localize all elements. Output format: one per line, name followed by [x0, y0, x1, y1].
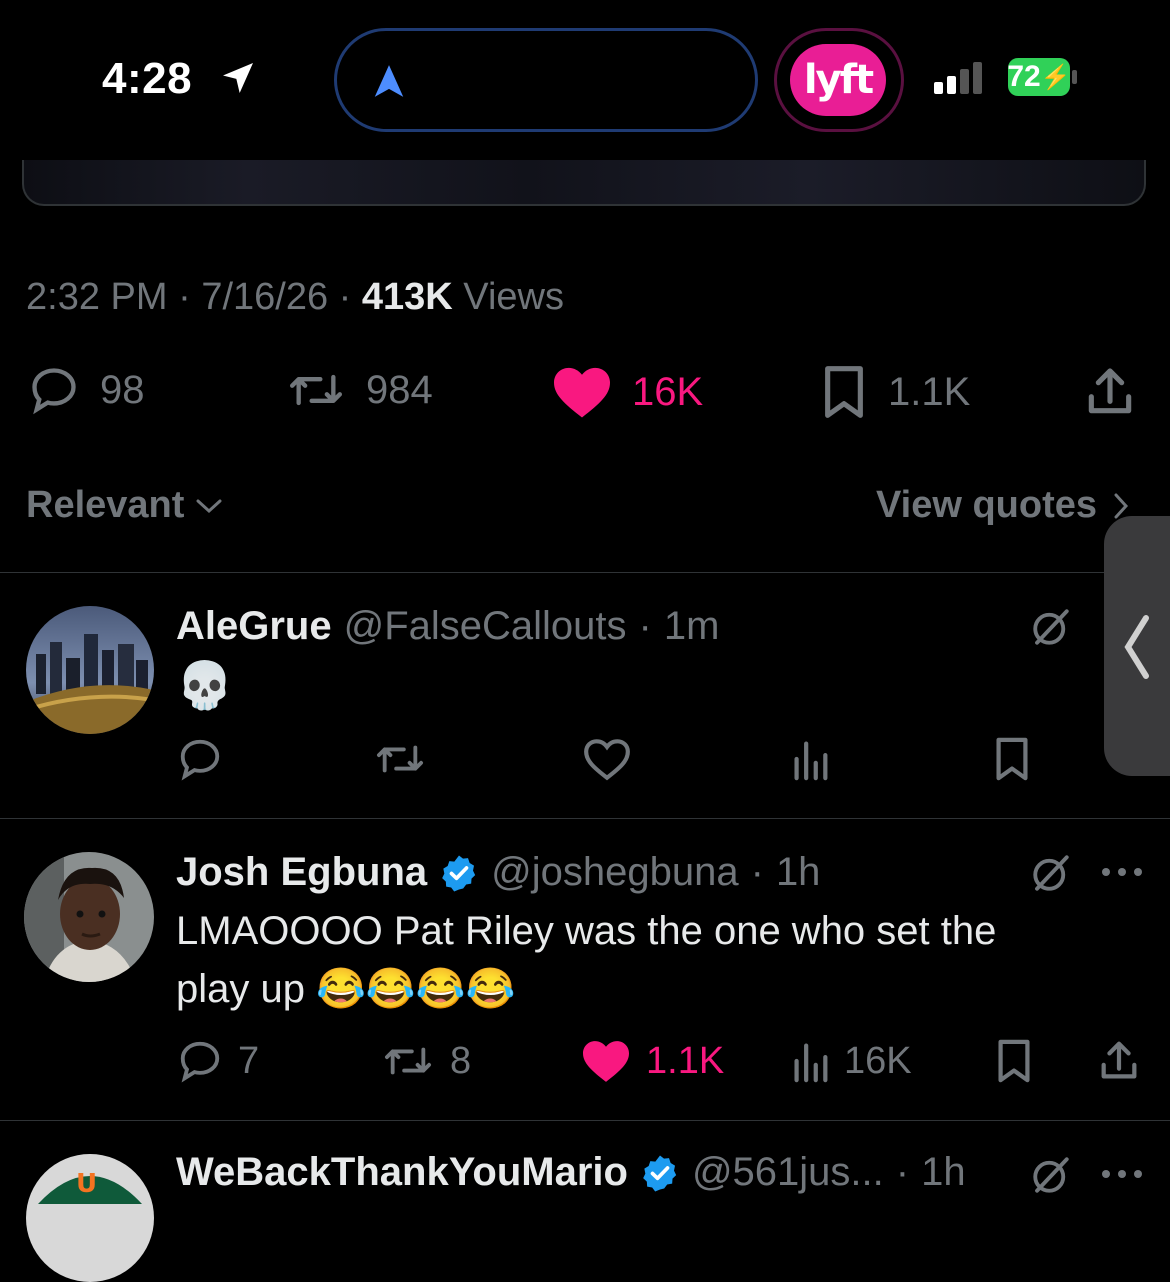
reply-stat[interactable]: 98	[26, 364, 145, 416]
grok-icon[interactable]	[1030, 852, 1072, 894]
reply-text-line: play up 😂😂😂😂	[176, 967, 516, 1011]
like-button[interactable]	[582, 736, 632, 782]
heart-icon	[584, 739, 630, 781]
reply-author-name[interactable]: Josh Egbuna	[176, 850, 427, 895]
navigation-arrow-icon	[370, 62, 408, 100]
analytics-icon	[794, 1043, 828, 1083]
divider	[0, 572, 1170, 573]
repost-button[interactable]	[372, 736, 428, 782]
view-quotes-link[interactable]: View quotes	[876, 484, 1131, 527]
more-options-icon[interactable]	[1100, 1164, 1144, 1184]
reply-button[interactable]	[176, 736, 224, 782]
repost-count: 8	[450, 1039, 472, 1082]
sort-label: Relevant	[26, 484, 185, 526]
bookmark-icon	[825, 366, 863, 418]
reply-header: WeBackThankYouMario @561jus... · 1h	[176, 1150, 966, 1195]
reply-author-name[interactable]: AleGrue	[176, 604, 332, 649]
avatar[interactable]: U	[26, 1154, 154, 1282]
views-button[interactable]	[790, 736, 830, 782]
reply-text: LMAOOOO Pat Riley was the one who set th…	[176, 902, 1106, 1018]
reply-time[interactable]: 1h	[921, 1150, 966, 1195]
analytics-icon	[794, 741, 828, 781]
reply-icon	[32, 368, 76, 415]
reply-header: Josh Egbuna @joshegbuna · 1h	[176, 850, 820, 895]
reply-time[interactable]: 1h	[776, 850, 821, 895]
cellular-signal-icon	[934, 60, 990, 96]
battery-level: 72	[1007, 60, 1041, 93]
repost-button[interactable]: 8	[380, 1038, 471, 1084]
divider	[0, 1120, 1170, 1121]
like-button[interactable]: 1.1K	[580, 1038, 724, 1084]
lyft-logo[interactable]: lyft	[790, 44, 886, 116]
location-arrow-icon	[218, 58, 258, 98]
status-time: 4:28	[102, 54, 193, 103]
reply-count: 7	[238, 1039, 260, 1082]
reply-header: AleGrue @FalseCallouts · 1m	[176, 604, 719, 649]
grok-icon[interactable]	[1030, 606, 1072, 648]
chevron-left-icon	[1124, 615, 1149, 679]
avatar[interactable]	[24, 852, 154, 982]
battery-nub	[1072, 70, 1077, 84]
verified-badge-icon	[442, 855, 476, 891]
share-icon[interactable]	[1096, 1038, 1142, 1084]
tweet-meta-line: 2:32 PM · 7/16/26 · 413K Views	[26, 276, 564, 319]
tweet-time: 2:32 PM	[26, 276, 168, 318]
share-icon[interactable]	[1082, 364, 1138, 420]
reply-text: 💀	[176, 659, 234, 711]
like-stat[interactable]: 16K	[550, 364, 703, 420]
reply-author-handle[interactable]: @561jus...	[692, 1150, 884, 1195]
meta-separator: ·	[895, 1150, 910, 1194]
divider	[0, 818, 1170, 819]
reply-author-name[interactable]: WeBackThankYouMario	[176, 1150, 628, 1195]
bookmark-stat[interactable]: 1.1K	[818, 364, 970, 420]
bookmark-count: 1.1K	[888, 369, 971, 414]
repost-icon	[377, 745, 424, 773]
like-count: 16K	[632, 369, 704, 414]
meta-separator: ·	[750, 850, 764, 894]
reply-time[interactable]: 1m	[664, 604, 720, 649]
avatar[interactable]	[26, 606, 154, 734]
repost-icon	[290, 374, 343, 406]
heart-filled-icon	[583, 1041, 629, 1082]
views-count: 16K	[844, 1039, 912, 1082]
reply-icon	[180, 1041, 220, 1083]
chevron-down-icon	[196, 499, 222, 513]
side-panel-handle[interactable]	[1104, 516, 1170, 776]
reply-author-handle[interactable]: @FalseCallouts	[344, 604, 627, 649]
meta-separator: ·	[178, 276, 191, 318]
view-quotes-label: View quotes	[876, 484, 1098, 526]
tweet-date: 7/16/26	[201, 276, 329, 318]
repost-icon	[385, 1047, 432, 1075]
sort-dropdown[interactable]: Relevant	[26, 484, 224, 527]
battery-indicator: 72 ⚡	[1007, 58, 1071, 96]
grok-icon[interactable]	[1030, 1154, 1072, 1196]
meta-separator: ·	[338, 276, 352, 318]
bookmark-icon	[998, 1039, 1030, 1083]
more-options-icon[interactable]	[1100, 862, 1144, 882]
bookmark-button[interactable]	[992, 736, 1032, 782]
views-button[interactable]: 16K	[790, 1038, 912, 1084]
views-label[interactable]: Views	[463, 276, 564, 318]
bookmark-button[interactable]	[994, 1038, 1034, 1084]
repost-count: 984	[366, 367, 433, 412]
reply-icon	[180, 739, 220, 781]
heart-filled-icon	[554, 367, 610, 418]
like-count: 1.1K	[646, 1039, 725, 1082]
reply-button[interactable]: 7	[176, 1038, 259, 1084]
bookmark-icon	[996, 737, 1028, 781]
views-count: 413K	[361, 276, 453, 318]
meta-separator: ·	[638, 604, 652, 648]
reply-count: 98	[100, 367, 145, 412]
reply-author-handle[interactable]: @joshegbuna	[491, 850, 738, 895]
reply-text-line: LMAOOOO Pat Riley was the one who set th…	[176, 909, 997, 953]
verified-badge-icon	[643, 1155, 677, 1191]
svg-text:U: U	[76, 1169, 97, 1199]
tweet-media[interactable]	[22, 160, 1146, 206]
repost-stat[interactable]: 984	[284, 364, 433, 416]
